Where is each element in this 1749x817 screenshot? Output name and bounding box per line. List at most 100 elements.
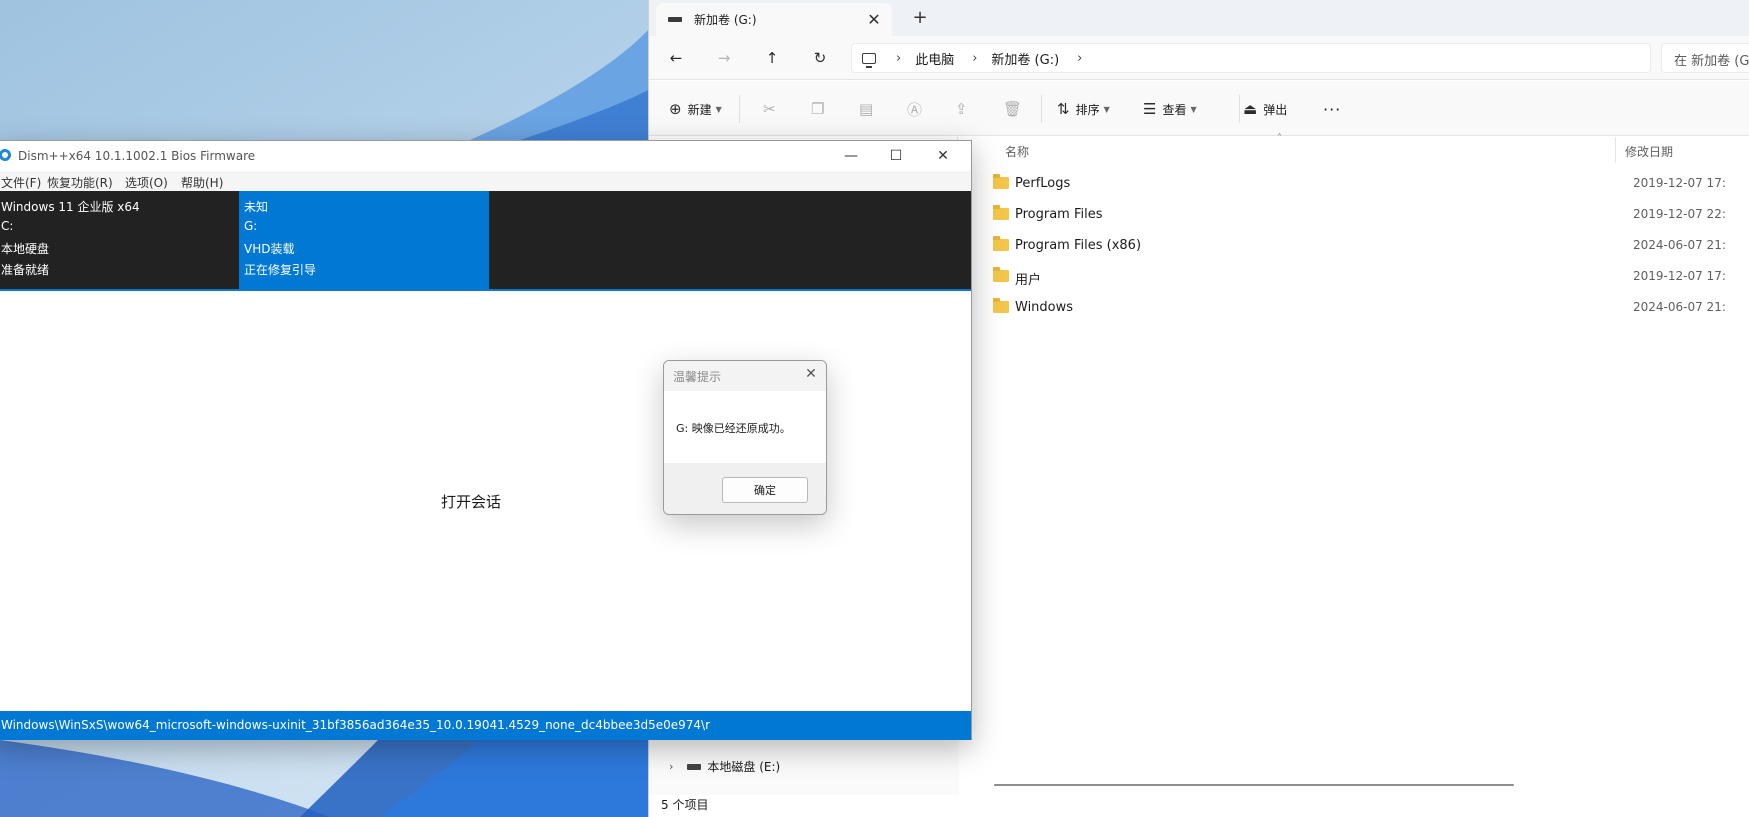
- trash-icon: 🗑: [1003, 100, 1023, 118]
- session-os: Windows 11 企业版 x64: [1, 200, 140, 214]
- minimize-button[interactable]: —: [833, 145, 869, 167]
- menu-file[interactable]: 文件(F): [1, 174, 41, 191]
- file-row[interactable]: 用户 2019-12-07 17:: [983, 262, 1733, 290]
- more-options-icon[interactable]: ···: [1323, 98, 1341, 120]
- folder-icon: [993, 267, 1009, 282]
- new-button[interactable]: ⊕ 新建 ▼: [669, 98, 722, 120]
- ok-button[interactable]: 确定: [722, 477, 808, 503]
- sort-indicator-icon: ˄: [1277, 133, 1282, 144]
- message-dialog: 温馨提示 ✕ G: 映像已经还原成功。 确定: [663, 360, 827, 515]
- window-title: Dism++x64 10.1.1002.1 Bios Firmware: [18, 149, 256, 163]
- session-state: 准备就绪: [1, 263, 50, 277]
- file-row[interactable]: PerfLogs 2019-12-07 17:: [983, 169, 1733, 197]
- copy-button[interactable]: ❐: [811, 98, 830, 120]
- cut-button[interactable]: ✂: [763, 98, 782, 120]
- folder-icon: [993, 298, 1009, 313]
- session-state: 正在修复引导: [244, 263, 317, 277]
- this-pc-icon: [862, 52, 876, 68]
- eject-button[interactable]: ⏏ 弹出: [1243, 98, 1287, 120]
- breadcrumb-chevron-icon[interactable]: ›: [1077, 51, 1082, 66]
- status-path: Windows\WinSxS\wow64_microsoft-windows-u…: [1, 718, 711, 732]
- address-bar[interactable]: › 此电脑 › 新加卷 (G:) ›: [851, 43, 1651, 73]
- tab-label: 新加卷 (G:): [694, 13, 757, 27]
- item-count-status: 5 个项目: [661, 798, 709, 812]
- sort-button[interactable]: ⇅ 排序 ▼: [1057, 98, 1110, 120]
- folder-icon: [993, 236, 1009, 251]
- eject-icon: ⏏: [1243, 100, 1258, 118]
- rename-button[interactable]: Ⓐ: [907, 98, 928, 120]
- breadcrumb-this-pc[interactable]: 此电脑: [915, 49, 954, 68]
- folder-icon: [993, 174, 1009, 189]
- breadcrumb-chevron-icon: ›: [972, 50, 978, 66]
- toolbar-divider: [739, 95, 740, 123]
- back-arrow-icon[interactable]: ←: [663, 46, 689, 70]
- tab-close-icon[interactable]: ✕: [860, 10, 888, 29]
- delete-button[interactable]: 🗑: [1003, 98, 1028, 120]
- dism-logo-icon: [0, 149, 11, 161]
- search-input[interactable]: 在 新加卷 (G:: [1661, 43, 1749, 73]
- session-card-windows[interactable]: Windows 11 企业版 x64 C: 本地硬盘 准备就绪: [0, 191, 239, 289]
- tab-new-volume-g[interactable]: 新加卷 (G:) ✕: [656, 3, 892, 36]
- file-date: 2019-12-07 17:: [1633, 269, 1726, 283]
- new-label: 新建: [687, 102, 712, 117]
- menu-help[interactable]: 帮助(H): [181, 174, 223, 191]
- navpane-item-drive-e[interactable]: › 本地磁盘 (E:): [669, 758, 780, 775]
- file-name: Windows: [1015, 300, 1074, 315]
- clipboard-icon: ▤: [859, 100, 874, 118]
- file-name: Program Files (x86): [1015, 238, 1142, 253]
- command-bar: ⊕ 新建 ▼ ✂ ❐ ▤ Ⓐ ⇪ 🗑 ⇅ 排序 ▼ ☰ 查看 ▼ ⏏ 弹出 ··…: [649, 81, 1749, 136]
- session-drive: C:: [1, 219, 14, 233]
- dism-titlebar[interactable]: Dism++x64 10.1.1002.1 Bios Firmware — ☐ …: [0, 141, 971, 171]
- breadcrumb-chevron-icon: ›: [896, 50, 902, 66]
- dialog-titlebar[interactable]: 温馨提示 ✕: [664, 361, 826, 391]
- navigation-bar: ← → ↑ ↻ › 此电脑 › 新加卷 (G:) › 在 新加卷 (G:: [649, 36, 1749, 80]
- share-button[interactable]: ⇪: [955, 98, 974, 120]
- file-date: 2024-06-07 21:: [1633, 300, 1726, 314]
- view-label: 查看: [1162, 102, 1187, 117]
- dism-status-bar: Windows\WinSxS\wow64_microsoft-windows-u…: [0, 711, 971, 740]
- chevron-right-icon[interactable]: ›: [669, 760, 673, 773]
- toolbar-divider: [1239, 95, 1240, 123]
- dialog-footer: 确定: [664, 463, 826, 514]
- up-arrow-icon[interactable]: ↑: [759, 46, 785, 70]
- breadcrumb-new-volume[interactable]: 新加卷 (G:): [991, 49, 1059, 68]
- new-tab-button[interactable]: +: [907, 6, 933, 32]
- tab-bar: 新加卷 (G:) ✕ +: [649, 0, 1749, 36]
- session-os: 未知: [244, 200, 269, 214]
- view-lines-icon: ☰: [1143, 100, 1157, 118]
- drive-icon: [668, 17, 682, 22]
- refresh-icon[interactable]: ↻: [807, 46, 833, 70]
- file-row[interactable]: Windows 2024-06-07 21:: [983, 293, 1733, 321]
- column-header-date[interactable]: 修改日期: [1625, 143, 1673, 160]
- menu-options[interactable]: 选项(O): [125, 174, 168, 191]
- file-name: PerfLogs: [1015, 176, 1071, 191]
- column-header-name[interactable]: 名称: [1005, 143, 1029, 160]
- chevron-down-icon: ▼: [1103, 104, 1110, 114]
- file-name: 用户: [1015, 273, 1042, 288]
- paste-button[interactable]: ▤: [859, 98, 879, 120]
- close-button[interactable]: ✕: [925, 145, 961, 167]
- horizontal-scrollbar[interactable]: [994, 784, 1514, 786]
- column-divider[interactable]: [1615, 137, 1616, 163]
- session-type: VHD装载: [244, 242, 295, 256]
- sort-label: 排序: [1075, 102, 1100, 117]
- session-card-vhd[interactable]: 未知 G: VHD装载 正在修复引导: [239, 191, 489, 289]
- menu-recovery[interactable]: 恢复功能(R): [47, 174, 113, 191]
- maximize-button[interactable]: ☐: [878, 145, 914, 167]
- drive-icon: [687, 763, 702, 770]
- forward-arrow-icon[interactable]: →: [711, 46, 737, 70]
- sort-arrows-icon: ⇅: [1057, 100, 1070, 118]
- open-session-button[interactable]: 打开会话: [441, 491, 501, 512]
- eject-label: 弹出: [1263, 102, 1288, 117]
- chevron-down-icon: ▼: [1190, 104, 1197, 114]
- copy-icon: ❐: [811, 100, 825, 118]
- file-list-header: ˄ 名称 修改日期: [977, 133, 1737, 163]
- session-type: 本地硬盘: [1, 242, 50, 256]
- file-date: 2019-12-07 17:: [1633, 176, 1726, 190]
- dialog-close-icon[interactable]: ✕: [802, 366, 820, 382]
- session-bar: Windows 11 企业版 x64 C: 本地硬盘 准备就绪 未知 G: VH…: [0, 191, 971, 291]
- file-row[interactable]: Program Files (x86) 2024-06-07 21:: [983, 231, 1733, 259]
- dialog-title: 温馨提示: [673, 370, 722, 384]
- view-button[interactable]: ☰ 查看 ▼: [1143, 98, 1197, 120]
- file-row[interactable]: Program Files 2019-12-07 22:: [983, 200, 1733, 228]
